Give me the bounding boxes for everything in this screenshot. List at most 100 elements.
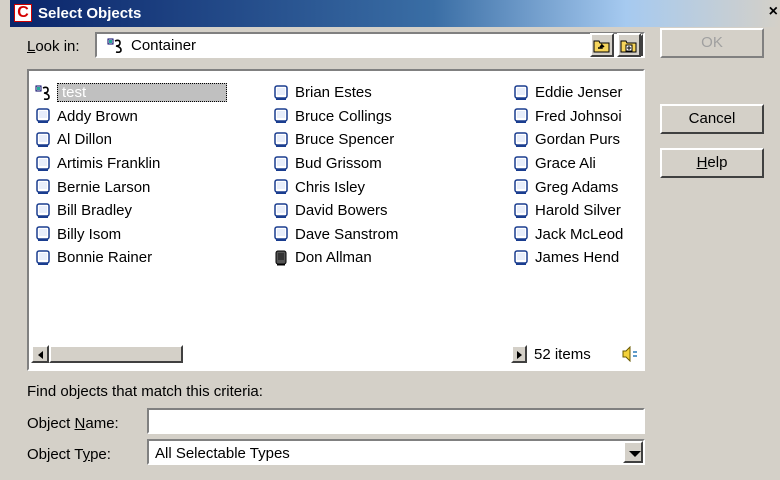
user-icon [274, 85, 288, 100]
horizontal-scrollbar[interactable]: 52 items [29, 341, 643, 369]
user-icon [36, 108, 50, 124]
user-icon [514, 250, 528, 265]
user-icon [36, 155, 50, 171]
user-icon [514, 203, 528, 218]
look-in-value: Container [131, 37, 197, 54]
list-item-label: Eddie Jenser [535, 84, 623, 102]
list-item[interactable]: Bonnie Rainer [35, 246, 267, 270]
user-dark-icon [275, 250, 287, 266]
object-type-label: Object Type: [27, 446, 111, 463]
list-item[interactable]: Bernie Larson [35, 175, 267, 199]
list-item-label: Al Dillon [57, 131, 113, 149]
list-item[interactable]: Eddie Jenser [513, 81, 643, 105]
title-bar: C Select Objects × [10, 0, 780, 27]
scroll-thumb[interactable] [49, 345, 183, 363]
user-icon [514, 108, 528, 124]
list-item-label: Billy Isom [57, 225, 122, 243]
window-title: Select Objects [38, 5, 142, 22]
object-type-select[interactable]: All Selectable Types [147, 439, 645, 465]
list-item[interactable]: Bud Grissom [273, 152, 499, 176]
object-type-dropdown-button[interactable] [623, 441, 643, 463]
object-type-value: All Selectable Types [155, 445, 290, 462]
user-icon [274, 179, 288, 195]
list-item[interactable]: Addy Brown [35, 105, 267, 129]
scroll-right-button[interactable] [511, 345, 527, 363]
app-icon: C [14, 4, 32, 22]
list-item-label: Addy Brown [57, 107, 138, 125]
list-item[interactable]: Artimis Franklin [35, 152, 267, 176]
arrow-left-icon [38, 351, 43, 359]
list-item-label: Chris Isley [295, 178, 366, 196]
list-item-label: Jack McLeod [535, 225, 624, 243]
up-one-level-button[interactable] [590, 33, 614, 57]
user-icon [36, 132, 50, 147]
expand-container-button[interactable] [617, 33, 641, 57]
list-item-label: Dave Sanstrom [295, 225, 399, 243]
list-item[interactable]: David Bowers [273, 199, 499, 223]
user-icon [274, 132, 288, 147]
user-icon [274, 108, 288, 124]
list-item[interactable]: Don Allman [273, 246, 499, 270]
user-icon [514, 132, 528, 147]
chevron-down-icon [629, 451, 641, 457]
look-in-combo[interactable]: Container [95, 32, 645, 58]
user-icon [274, 226, 288, 242]
list-item[interactable]: Fred Johnsoi [513, 105, 643, 129]
list-item-label: Harold Silver [535, 202, 621, 220]
list-item[interactable]: Billy Isom [35, 223, 267, 247]
list-item-label: Gordan Purs [535, 131, 621, 149]
list-item-label: Greg Adams [535, 178, 619, 196]
user-icon [514, 226, 528, 242]
list-item-label: James Hend [535, 249, 620, 267]
list-item-label: Bruce Collings [295, 107, 392, 125]
user-icon [36, 179, 50, 195]
container-icon [35, 85, 50, 100]
user-icon [274, 155, 288, 171]
list-item[interactable]: Grace Ali [513, 152, 643, 176]
close-icon[interactable]: × [769, 3, 778, 21]
object-list[interactable]: test Addy Brown Al Dillon Artimis Franklin B… [27, 69, 645, 371]
list-item-label: Artimis Franklin [57, 155, 161, 173]
list-item-label: Bernie Larson [57, 178, 151, 196]
list-item-label: David Bowers [295, 202, 388, 220]
scroll-left-button[interactable] [31, 345, 49, 363]
help-button[interactable]: Help [660, 148, 764, 178]
list-item-label: Brian Estes [295, 84, 372, 102]
list-item-label: Bruce Spencer [295, 131, 395, 149]
user-icon [36, 226, 50, 242]
list-item[interactable]: test [35, 81, 267, 105]
list-item-label: Bill Bradley [57, 202, 133, 220]
list-item-label: Bonnie Rainer [57, 249, 153, 267]
cancel-button[interactable]: Cancel [660, 104, 764, 134]
list-item[interactable]: Bruce Collings [273, 105, 499, 129]
list-item[interactable]: Harold Silver [513, 199, 643, 223]
container-icon [107, 38, 122, 53]
list-item-label: test [57, 83, 228, 103]
user-icon [514, 155, 528, 171]
ok-button[interactable]: OK [660, 28, 764, 58]
user-icon [36, 203, 50, 218]
object-name-label: Object Name: [27, 415, 119, 432]
list-item[interactable]: Bill Bradley [35, 199, 267, 223]
list-item[interactable]: Gordan Purs [513, 128, 643, 152]
sound-icon [622, 346, 637, 362]
list-item[interactable]: Chris Isley [273, 175, 499, 199]
user-icon [36, 250, 50, 265]
list-item[interactable]: Dave Sanstrom [273, 223, 499, 247]
object-name-input[interactable] [147, 408, 645, 434]
user-icon [274, 203, 288, 218]
user-icon [514, 179, 528, 195]
list-item[interactable]: Brian Estes [273, 81, 499, 105]
list-item[interactable]: Jack McLeod [513, 223, 643, 247]
list-item-label: Grace Ali [535, 155, 596, 173]
list-item-label: Fred Johnsoi [535, 107, 622, 125]
user-icon [514, 85, 528, 100]
list-item[interactable]: Bruce Spencer [273, 128, 499, 152]
folder-up-icon [593, 40, 610, 53]
list-item[interactable]: Al Dillon [35, 128, 267, 152]
item-count: 52 items [534, 346, 591, 363]
list-item[interactable]: James Hend [513, 246, 643, 270]
criteria-heading: Find objects that match this criteria: [27, 383, 263, 400]
list-item[interactable]: Greg Adams [513, 175, 643, 199]
arrow-right-icon [517, 351, 522, 359]
